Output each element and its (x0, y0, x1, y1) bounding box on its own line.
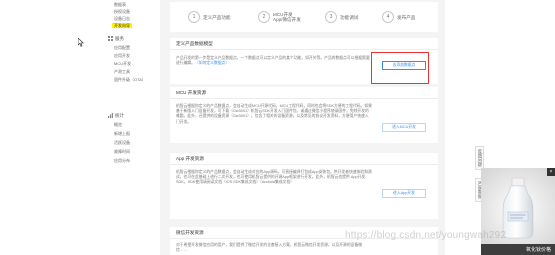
sidebar-item-active-devices[interactable]: 活跃设备 (114, 140, 130, 145)
close-icon[interactable]: × (547, 168, 555, 176)
step-3[interactable]: 3 功能调试 (325, 10, 358, 24)
sidebar-item-app-distribution[interactable]: 应用分布 (114, 158, 130, 163)
card-description: 机智云根据你定义的产品数据点，会自动生成对应的App源码，可直接编译打包成App… (176, 170, 372, 185)
sidebar-item-datatable[interactable]: 数据表 (114, 2, 126, 7)
step-label: MCU开发 App/微信开发 (273, 12, 301, 22)
highlight-box (371, 52, 429, 84)
step-4[interactable]: 4 发布产品 (382, 10, 415, 24)
divider (170, 49, 438, 50)
sidebar-item-fault-time[interactable]: 故障时间 (114, 149, 130, 154)
sidebar-section-label: 统计 (115, 112, 124, 118)
grid-icon (108, 36, 113, 41)
progress-steps: 1 定义产品功能 2 MCU开发 App/微信开发 3 功能调试 4 发布产品 (170, 2, 438, 32)
card-title: App 开发资源 (176, 156, 204, 161)
help-link[interactable]: （如何定义数据点） (195, 61, 229, 65)
card-mcu-resources: MCU 开发资源 机智云根据你定义的产品数据点，会自动生成MCU开源代码，MCU… (170, 87, 438, 143)
sidebar-item-mcu-dev[interactable]: MCU开发 (114, 61, 131, 66)
sidebar-section-services: 服务 (108, 35, 124, 42)
sidebar-item-new-reports[interactable]: 新增上报 (114, 131, 130, 136)
card-description: 机智云根据你定义的产品数据点，会自动生成MCU开源代码，MCU工程代码，同时也会… (176, 104, 372, 124)
card-description: 对于希望开发微信应用的用户，我们提供了微信开发的全套接入方案，机智云微信开发资源… (176, 243, 363, 253)
chart-icon (108, 113, 113, 118)
sidebar: 数据表 授权设备 设备日志 开发向导 服务 应用配置 应用开发 MCU开发 产测… (104, 0, 160, 255)
sidebar-item-device-log[interactable]: 设备日志 (114, 16, 130, 21)
step-1[interactable]: 1 定义产品功能 (188, 10, 231, 24)
step-2[interactable]: 2 MCU开发 App/微信开发 (258, 10, 301, 24)
card-description: 产品开发的第一步是定义产品数据点，一个数据点可以定义产品的某个功能，如开关等。产… (176, 56, 372, 66)
enter-app-dev-button[interactable]: 进入App开发 (382, 189, 426, 198)
sidebar-section-label: 服务 (115, 35, 124, 41)
watermark: https://blog.csdn.net/youngwah292 (345, 230, 507, 241)
ad-caption[interactable]: 氧化钬价格 (481, 244, 555, 255)
mouse-cursor-icon (78, 38, 84, 47)
sidebar-item-authorized-devices[interactable]: 授权设备 (114, 9, 130, 14)
card-title: MCU 开发资源 (176, 90, 207, 95)
right-panel: 反馈问题 咨询客服 (445, 0, 555, 255)
step-number: 3 (325, 11, 337, 23)
sidebar-item-ota[interactable]: 固件升级（OTA） (114, 77, 146, 82)
step-number: 4 (382, 11, 394, 23)
divider (170, 98, 438, 99)
advertisement[interactable]: 氧化钬价格 × (481, 168, 555, 255)
step-label: 发布产品 (397, 14, 416, 20)
page: 数据表 授权设备 设备日志 开发向导 服务 应用配置 应用开发 MCU开发 产测… (0, 0, 555, 255)
card-app-resources: App 开发资源 机智云根据你定义的产品数据点，会自动生成对应的App源码，可直… (170, 153, 438, 219)
sidebar-item-test-tools[interactable]: 产测工具 (114, 69, 130, 74)
left-margin (0, 0, 104, 255)
card-title: 微信开发资源 (176, 230, 204, 235)
sidebar-item-dev-guide[interactable]: 开发向导 (112, 23, 132, 28)
feedback-tab[interactable]: 反馈问题 (475, 146, 484, 170)
main-content: 1 定义产品功能 2 MCU开发 App/微信开发 3 功能调试 4 发布产品 … (160, 0, 445, 255)
divider (170, 164, 438, 165)
sidebar-item-app-config[interactable]: 应用配置 (114, 45, 130, 50)
step-number: 2 (258, 11, 270, 23)
sidebar-section-stats: 统计 (108, 112, 124, 119)
sidebar-item-overview[interactable]: 概览 (114, 122, 122, 127)
card-title: 定义产品数据模型 (176, 41, 213, 46)
sidebar-item-app-dev[interactable]: 应用开发 (114, 53, 130, 58)
step-label: 功能调试 (340, 14, 359, 20)
step-number: 1 (188, 11, 200, 23)
step-label: 定义产品功能 (203, 14, 231, 20)
enter-mcu-dev-button[interactable]: 进入MCU开发 (382, 123, 426, 132)
